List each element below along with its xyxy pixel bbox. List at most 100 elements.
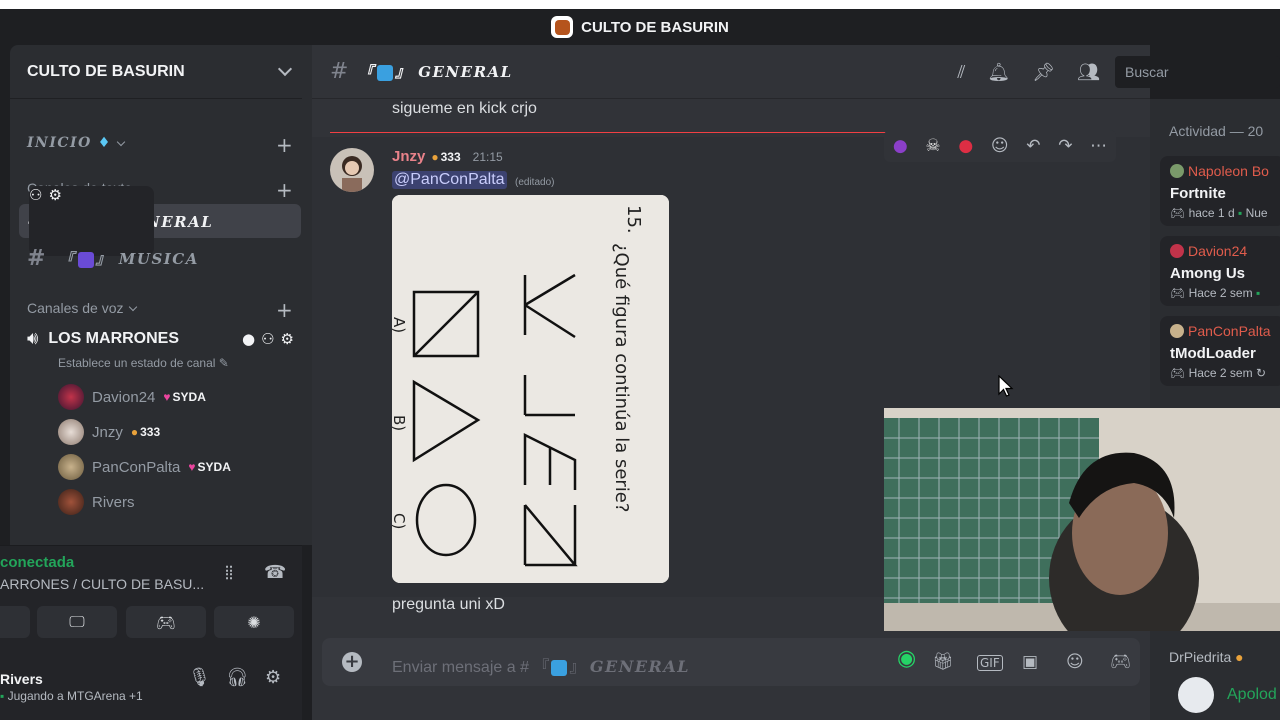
activity-card[interactable]: Napoleon Bo Fortnite 🎮︎ hace 1 d ▪ Nue bbox=[1160, 156, 1280, 226]
chevron-down-icon bbox=[116, 137, 126, 146]
soundboard-icon: ✺ bbox=[247, 612, 261, 632]
channel-general[interactable]: # 『』 GENERAL ⚇⚙ bbox=[19, 186, 301, 256]
option-a: A) bbox=[392, 317, 408, 333]
voice-user[interactable]: Davion24 ♥ SYDA bbox=[58, 384, 206, 410]
message-timestamp: 21:15 bbox=[472, 149, 503, 164]
reaction-red-circle-icon[interactable]: ● bbox=[958, 136, 973, 156]
voice-user-name: Rivers bbox=[92, 493, 135, 511]
channel-sidebar: CULTO DE BASURIN INICIO ♦ + Canales de t… bbox=[0, 45, 312, 720]
avatar[interactable] bbox=[1178, 677, 1214, 713]
activity-user: Napoleon Bo bbox=[1170, 163, 1269, 179]
top-strip bbox=[0, 0, 1280, 9]
channel-header-name: 『』 GENERAL bbox=[358, 63, 513, 81]
members-icon[interactable]: 👥︎ bbox=[1077, 62, 1100, 83]
voice-location[interactable]: ARRONES / CULTO DE BASU... bbox=[0, 576, 204, 592]
reaction-eggplant-icon[interactable]: ● bbox=[893, 136, 908, 156]
channel-musica-label: 『』 MUSICA bbox=[59, 249, 199, 268]
window-titlebar: CULTO DE BASURIN bbox=[0, 9, 1280, 45]
voice-user-name: Davion24 bbox=[92, 388, 156, 406]
camera-button[interactable] bbox=[0, 606, 30, 638]
noise-suppression-icon[interactable]: ⦙⦙ bbox=[225, 563, 233, 584]
bell-icon[interactable]: 🔔︎ bbox=[987, 62, 1010, 83]
user-panel: Rivers ▪ Jugando a MTGArena +1 🎙︎ 🎧︎ ⚙ bbox=[0, 667, 302, 720]
server-name: CULTO DE BASURIN bbox=[27, 62, 185, 80]
activity-card[interactable]: Davion24 Among Us 🎮︎ Hace 2 sem ▪ bbox=[1160, 236, 1280, 306]
activity-button[interactable]: 🎮︎ bbox=[126, 606, 206, 638]
message-header: Jnzy ● 333 21:15 bbox=[392, 148, 503, 165]
question-number: 15. bbox=[623, 205, 644, 234]
avatar[interactable] bbox=[330, 148, 374, 192]
activity-time: 🎮︎ Hace 2 sem ↻ bbox=[1170, 366, 1266, 380]
user-badge: ● 333 bbox=[130, 425, 161, 439]
gamepad-icon: 🎮︎ bbox=[155, 612, 177, 632]
voice-connection-panel: conectada ARRONES / CULTO DE BASU... ⦙⦙ … bbox=[0, 545, 302, 680]
message-composer[interactable]: + Enviar mensaje a # 『』 GENERAL ◉ 🎁︎ GIF… bbox=[322, 638, 1140, 686]
threads-icon[interactable]: ⫽ bbox=[957, 62, 965, 83]
new-messages-divider bbox=[330, 132, 890, 133]
category-inicio-label: INICIO bbox=[27, 135, 92, 151]
gear-icon[interactable]: ⚙ bbox=[281, 330, 294, 348]
voice-user-name: PanConPalta bbox=[92, 458, 181, 476]
voice-user-name: Jnzy bbox=[92, 423, 123, 441]
user-name[interactable]: Rivers bbox=[0, 671, 43, 687]
soundboard-button[interactable]: ✺ bbox=[214, 606, 294, 638]
option-b: B) bbox=[392, 415, 408, 431]
voice-channel-name: LOS MARRONES bbox=[48, 329, 180, 347]
add-voice-channel-icon[interactable]: + bbox=[276, 300, 293, 320]
image-attachment[interactable]: 15. ¿Qué figura continúa la serie? A) B)… bbox=[392, 195, 669, 583]
member-name[interactable]: DrPiedrita ● bbox=[1169, 649, 1244, 665]
activity-game: tModLoader bbox=[1170, 345, 1256, 362]
voice-user[interactable]: PanConPalta ♥ SYDA bbox=[58, 454, 231, 480]
server-header[interactable]: CULTO DE BASURIN bbox=[10, 45, 302, 99]
question-text: ¿Qué figura continúa la serie? bbox=[611, 243, 632, 512]
category-voice-channels[interactable]: Canales de voz bbox=[27, 300, 137, 316]
more-icon[interactable]: ⋯ bbox=[1090, 136, 1107, 156]
forward-icon[interactable]: ↷ bbox=[1058, 136, 1072, 156]
reply-icon[interactable]: ↶ bbox=[1026, 136, 1040, 156]
invite-icon[interactable]: ⚇ bbox=[261, 330, 274, 348]
add-attachment-icon[interactable]: + bbox=[342, 652, 362, 672]
reaction-skull-icon[interactable]: ☠ bbox=[925, 136, 940, 156]
add-reaction-icon[interactable]: ☺ bbox=[991, 136, 1009, 156]
voice-channel-status[interactable]: Establece un estado de canal ✎ bbox=[58, 356, 229, 370]
sticker-icon[interactable]: ▣ bbox=[1022, 652, 1038, 672]
add-channel-icon[interactable]: + bbox=[276, 135, 293, 155]
activity-card[interactable]: PanConPalta tModLoader 🎮︎ Hace 2 sem ↻ bbox=[1160, 316, 1280, 386]
member-name[interactable]: Apolod bbox=[1227, 686, 1277, 704]
chat-icon[interactable]: ● bbox=[242, 330, 255, 348]
activity-user: PanConPalta bbox=[1170, 323, 1271, 339]
user-mention[interactable]: @PanConPalta bbox=[392, 171, 507, 189]
chevron-down-icon bbox=[277, 61, 293, 77]
edited-label: (editado) bbox=[515, 177, 555, 188]
option-c: C) bbox=[392, 513, 408, 529]
user-status: ▪ Jugando a MTGArena +1 bbox=[0, 689, 143, 703]
author-name[interactable]: Jnzy bbox=[392, 148, 425, 165]
disconnect-icon[interactable]: ☎ bbox=[264, 562, 286, 583]
search-input[interactable]: Buscar bbox=[1115, 56, 1280, 88]
gif-icon[interactable]: GIF bbox=[977, 655, 1003, 671]
activity-game: Fortnite bbox=[1170, 185, 1226, 202]
chevron-down-icon bbox=[128, 302, 137, 311]
voice-user[interactable]: Jnzy ● 333 bbox=[58, 419, 160, 445]
activity-time: 🎮︎ hace 1 d ▪ Nue bbox=[1170, 206, 1268, 220]
webcam-overlay bbox=[884, 408, 1280, 631]
microphone-icon[interactable]: 🎙︎ bbox=[188, 667, 211, 688]
category-inicio[interactable]: INICIO ♦ bbox=[27, 135, 126, 151]
pin-icon[interactable]: 📌︎ bbox=[1032, 62, 1055, 83]
activity-header: Actividad — 20 bbox=[1169, 123, 1264, 139]
avatar bbox=[58, 419, 84, 445]
emoji-icon[interactable]: ☺ bbox=[1066, 652, 1084, 672]
author-badge: ● 333 bbox=[431, 149, 461, 164]
voice-user[interactable]: Rivers bbox=[58, 489, 135, 515]
voice-channel-los-marrones[interactable]: 🔊︎ LOS MARRONES ● ⚇ ⚙ bbox=[27, 328, 297, 349]
headphones-icon[interactable]: 🎧︎ bbox=[226, 667, 249, 688]
channel-musica[interactable]: # 『』 MUSICA bbox=[19, 241, 301, 275]
message-actions-toolbar: ● ☠ ● ☺ ↶ ↷ ⋯ bbox=[884, 130, 1116, 162]
add-text-channel-icon[interactable]: + bbox=[276, 180, 293, 200]
gamepad-icon[interactable]: 🎮︎ bbox=[1110, 652, 1132, 672]
gift-icon[interactable]: 🎁︎ bbox=[932, 652, 954, 672]
whatsapp-icon[interactable]: ◉ bbox=[897, 646, 916, 671]
activity-user: Davion24 bbox=[1170, 243, 1247, 259]
gear-icon[interactable]: ⚙ bbox=[265, 667, 281, 688]
screen-share-button[interactable]: 🖵︎ bbox=[37, 606, 117, 638]
